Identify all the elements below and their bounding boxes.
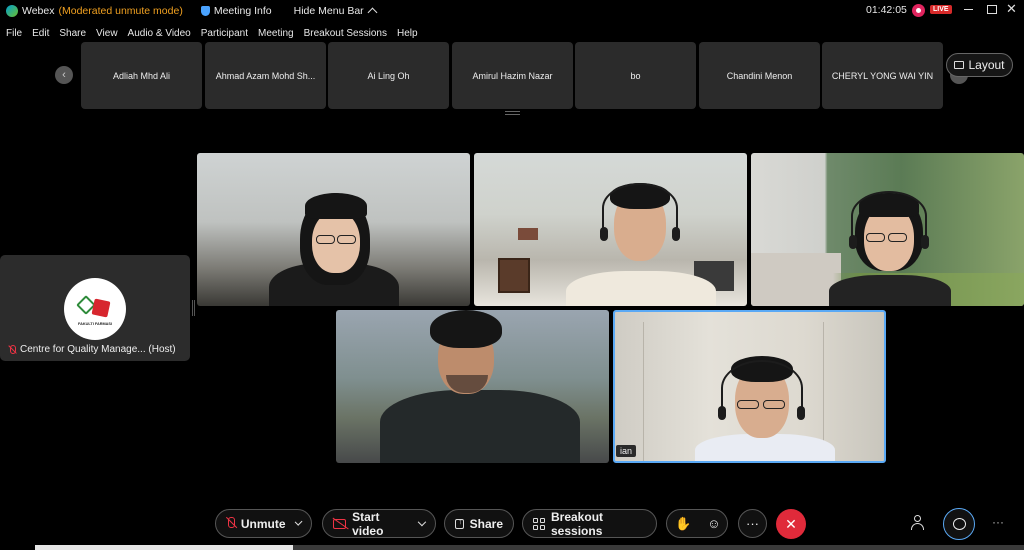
app-name: Webex [22, 5, 55, 17]
mic-off-icon [226, 517, 235, 530]
menu-help[interactable]: Help [397, 28, 418, 39]
start-video-label: Start video [352, 509, 384, 538]
participant-tile[interactable]: Adliah Mhd Ali [81, 42, 202, 109]
close-icon[interactable]: ✕ [1006, 2, 1020, 16]
layout-button[interactable]: Layout [946, 53, 1013, 77]
meeting-info-label: Meeting Info [213, 5, 272, 17]
breakout-label: Breakout sessions [551, 509, 604, 538]
chevron-up-icon [367, 7, 378, 18]
participants-icon[interactable] [911, 515, 927, 531]
shield-icon [200, 6, 210, 16]
video-tile[interactable] [751, 153, 1024, 306]
video-tile[interactable] [336, 310, 609, 463]
hide-menu-bar-button[interactable]: Hide Menu Bar [293, 5, 378, 18]
live-badge: LIVE [930, 5, 952, 14]
layout-icon [954, 61, 965, 69]
hand-icon[interactable]: ✋ [675, 516, 691, 532]
video-tile-active[interactable] [613, 310, 886, 463]
more-options-button[interactable]: ··· [738, 509, 767, 538]
reactions-group: ✋ ☺ [666, 509, 728, 538]
meeting-timer: 01:42:05 [866, 4, 907, 16]
grid-icon [533, 517, 545, 530]
participant-video [197, 153, 470, 306]
record-icon[interactable] [912, 4, 925, 17]
minimize-icon[interactable] [962, 2, 976, 16]
faculty-logo-mark [76, 295, 111, 320]
participant-tile[interactable]: Ahmad Azam Mohd Sh... [205, 42, 326, 109]
participant-tile[interactable]: Chandini Menon [699, 42, 820, 109]
participant-video [474, 153, 747, 306]
logo-text: FAKULTI FARMASI [78, 322, 112, 326]
host-name: Centre for Quality Manage... (Host) [20, 344, 176, 355]
layout-label: Layout [968, 58, 1005, 72]
menu-breakout-sessions[interactable]: Breakout Sessions [304, 28, 387, 39]
strip-prev-icon[interactable]: ‹ [55, 66, 73, 84]
hide-menu-label: Hide Menu Bar [293, 5, 364, 17]
participant-video [336, 310, 609, 463]
video-tile[interactable] [197, 153, 470, 306]
webex-logo-icon [6, 5, 18, 17]
camera-off-icon [333, 518, 347, 529]
maximize-icon[interactable] [985, 2, 999, 16]
participant-tile[interactable]: Amirul Hazim Nazar [452, 42, 573, 109]
host-name-label: Centre for Quality Manage... (Host) [8, 344, 176, 355]
menu-file[interactable]: File [6, 28, 22, 39]
unmute-label: Unmute [240, 516, 286, 531]
mic-off-icon [8, 344, 16, 355]
share-label: Share [469, 516, 503, 531]
participant-video [751, 153, 1024, 306]
menu-audio-video[interactable]: Audio & Video [128, 28, 191, 39]
participant-tile[interactable]: CHERYL YONG WAI YIN [822, 42, 943, 109]
more-panels-icon[interactable]: ··· [992, 515, 1004, 529]
breakout-sessions-button[interactable]: Breakout sessions [522, 509, 657, 538]
share-button[interactable]: Share [444, 509, 514, 538]
title-bar: Webex (Moderated unmute mode) Meeting In… [0, 0, 1024, 22]
menu-view[interactable]: View [96, 28, 118, 39]
menu-share[interactable]: Share [59, 28, 86, 39]
panel-divider-handle[interactable] [192, 300, 195, 316]
participant-name-chip: ian [616, 445, 637, 457]
faculty-logo: FAKULTI FARMASI [64, 278, 126, 340]
chevron-down-icon[interactable] [418, 517, 427, 527]
scroll-thumb[interactable] [35, 545, 293, 550]
chevron-down-icon[interactable] [294, 517, 303, 527]
participant-tile[interactable]: Ai Ling Oh [328, 42, 449, 109]
video-tile[interactable] [474, 153, 747, 306]
share-icon [455, 516, 464, 529]
menu-participant[interactable]: Participant [201, 28, 248, 39]
strip-resize-handle[interactable] [505, 111, 520, 115]
app-title: Webex (Moderated unmute mode) [6, 5, 183, 17]
menu-edit[interactable]: Edit [32, 28, 49, 39]
reaction-icon[interactable]: ☺ [707, 516, 720, 531]
start-video-button[interactable]: Start video [322, 509, 436, 538]
participant-tile[interactable]: bo [575, 42, 696, 109]
menu-meeting[interactable]: Meeting [258, 28, 294, 39]
meeting-info-button[interactable]: Meeting Info [200, 5, 272, 17]
menu-bar: File Edit Share View Audio & Video Parti… [0, 24, 422, 42]
end-call-icon[interactable]: ✕ [776, 509, 806, 539]
chat-icon[interactable] [943, 508, 975, 540]
participant-video [615, 312, 884, 461]
moderated-mode-label: (Moderated unmute mode) [58, 5, 183, 17]
unmute-button[interactable]: Unmute [215, 509, 312, 538]
